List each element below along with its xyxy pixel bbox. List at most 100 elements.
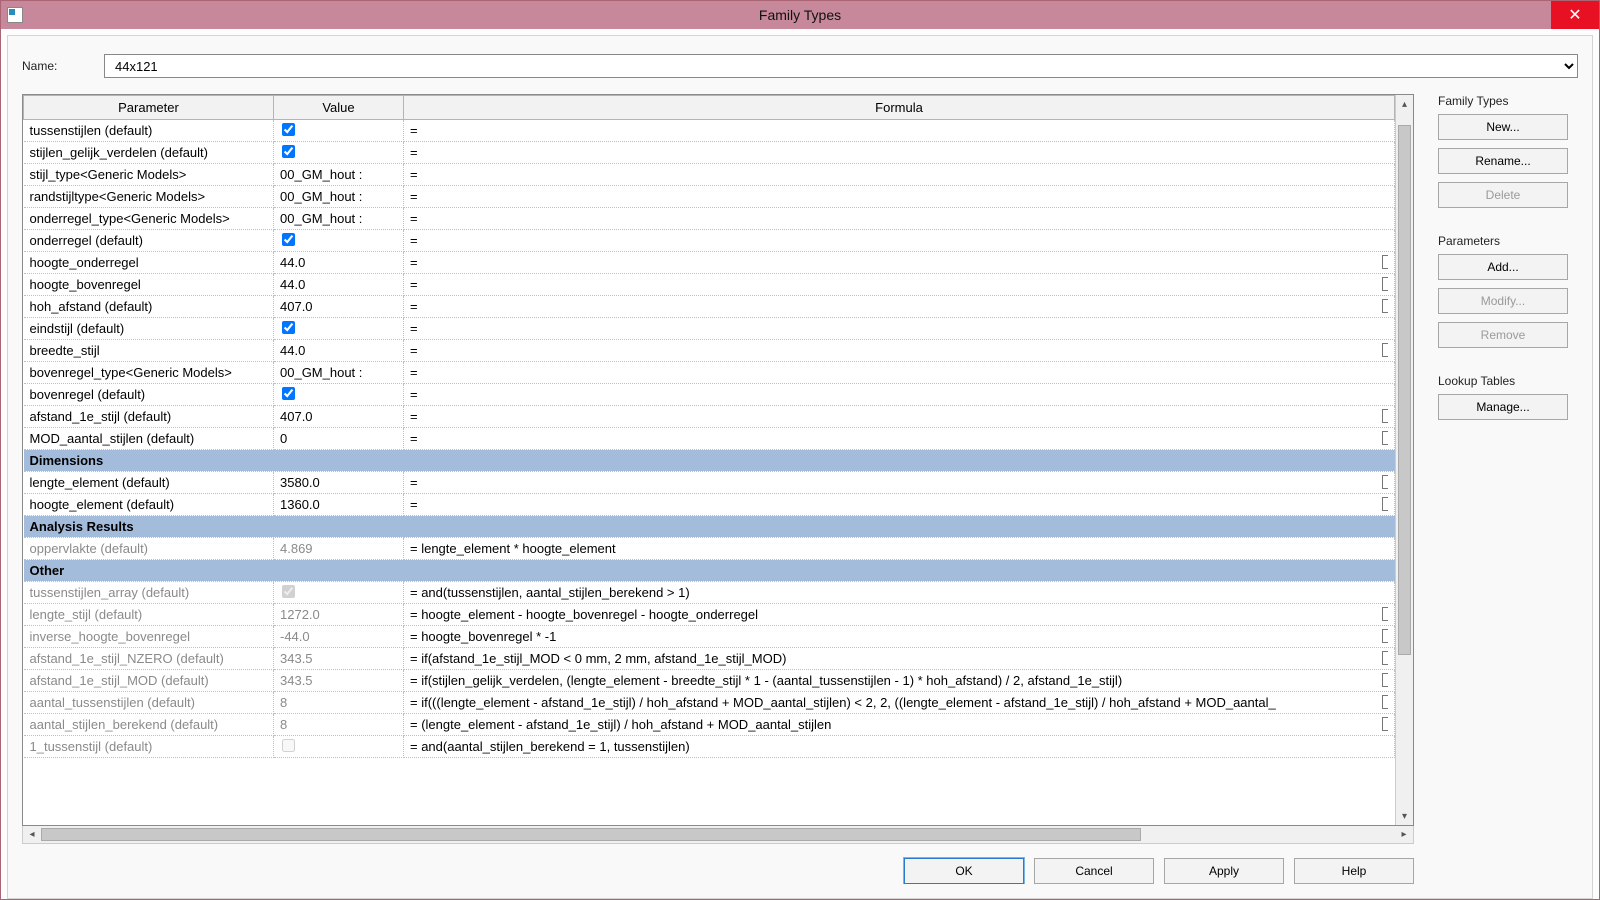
- value-cell[interactable]: 00_GM_hout :: [274, 164, 404, 186]
- value-cell[interactable]: 1360.0: [274, 494, 404, 516]
- param-cell[interactable]: afstand_1e_stijl (default): [24, 406, 274, 428]
- formula-cell[interactable]: = lengte_element * hoogte_element: [404, 538, 1395, 560]
- scroll-right-icon[interactable]: ▸: [1395, 826, 1413, 843]
- table-row[interactable]: bovenregel (default) =: [24, 384, 1395, 406]
- table-row[interactable]: stijlen_gelijk_verdelen (default) =: [24, 142, 1395, 164]
- param-cell[interactable]: lengte_stijl (default): [24, 604, 274, 626]
- formula-cell[interactable]: = hoogte_bovenregel * -1: [404, 626, 1395, 648]
- vertical-scrollbar[interactable]: ▴ ▾: [1395, 95, 1413, 825]
- table-row[interactable]: lengte_stijl (default)1272.0= hoogte_ele…: [24, 604, 1395, 626]
- value-cell[interactable]: [274, 736, 404, 758]
- param-cell[interactable]: aantal_stijlen_berekend (default): [24, 714, 274, 736]
- formula-cell[interactable]: =: [404, 340, 1395, 362]
- table-row[interactable]: afstand_1e_stijl_MOD (default)343.5= if(…: [24, 670, 1395, 692]
- table-row[interactable]: aantal_stijlen_berekend (default)8= (len…: [24, 714, 1395, 736]
- formula-cell[interactable]: =: [404, 406, 1395, 428]
- param-cell[interactable]: randstijltype<Generic Models>: [24, 186, 274, 208]
- formula-cell[interactable]: =: [404, 274, 1395, 296]
- value-cell[interactable]: -44.0: [274, 626, 404, 648]
- param-cell[interactable]: aantal_tussenstijlen (default): [24, 692, 274, 714]
- value-cell[interactable]: [274, 120, 404, 142]
- group-header[interactable]: Other: [24, 560, 1395, 582]
- value-cell[interactable]: [274, 318, 404, 340]
- value-cell[interactable]: 8: [274, 692, 404, 714]
- scroll-left-icon[interactable]: ◂: [23, 826, 41, 843]
- table-row[interactable]: afstand_1e_stijl (default)407.0=: [24, 406, 1395, 428]
- close-button[interactable]: ✕: [1551, 1, 1599, 29]
- value-checkbox[interactable]: [282, 387, 295, 400]
- param-cell[interactable]: hoogte_bovenregel: [24, 274, 274, 296]
- value-cell[interactable]: 00_GM_hout :: [274, 362, 404, 384]
- scroll-down-icon[interactable]: ▾: [1396, 807, 1413, 825]
- value-cell[interactable]: 44.0: [274, 252, 404, 274]
- table-row[interactable]: aantal_tussenstijlen (default)8= if(((le…: [24, 692, 1395, 714]
- table-row[interactable]: oppervlakte (default)4.869= lengte_eleme…: [24, 538, 1395, 560]
- value-checkbox[interactable]: [282, 123, 295, 136]
- formula-cell[interactable]: =: [404, 472, 1395, 494]
- param-cell[interactable]: hoogte_element (default): [24, 494, 274, 516]
- param-cell[interactable]: bovenregel (default): [24, 384, 274, 406]
- value-cell[interactable]: 343.5: [274, 670, 404, 692]
- formula-cell[interactable]: =: [404, 296, 1395, 318]
- modify-param-button[interactable]: Modify...: [1438, 288, 1568, 314]
- formula-cell[interactable]: =: [404, 494, 1395, 516]
- value-cell[interactable]: [274, 230, 404, 252]
- formula-cell[interactable]: = and(aantal_stijlen_berekend = 1, tusse…: [404, 736, 1395, 758]
- value-cell[interactable]: 44.0: [274, 274, 404, 296]
- param-cell[interactable]: oppervlakte (default): [24, 538, 274, 560]
- add-param-button[interactable]: Add...: [1438, 254, 1568, 280]
- formula-cell[interactable]: = (lengte_element - afstand_1e_stijl) / …: [404, 714, 1395, 736]
- param-cell[interactable]: stijl_type<Generic Models>: [24, 164, 274, 186]
- formula-cell[interactable]: =: [404, 318, 1395, 340]
- value-cell[interactable]: 343.5: [274, 648, 404, 670]
- table-scroll[interactable]: Parameter Value Formula tussenstijlen (d…: [23, 95, 1395, 825]
- table-row[interactable]: 1_tussenstijl (default) = and(aantal_stij…: [24, 736, 1395, 758]
- name-select[interactable]: 44x121: [104, 54, 1578, 78]
- col-header-value[interactable]: Value: [274, 96, 404, 120]
- remove-param-button[interactable]: Remove: [1438, 322, 1568, 348]
- table-row[interactable]: tussenstijlen (default) =: [24, 120, 1395, 142]
- value-cell[interactable]: 00_GM_hout :: [274, 208, 404, 230]
- vscroll-thumb[interactable]: [1398, 125, 1411, 655]
- value-checkbox[interactable]: [282, 145, 295, 158]
- table-row[interactable]: MOD_aantal_stijlen (default)0=: [24, 428, 1395, 450]
- value-cell[interactable]: 3580.0: [274, 472, 404, 494]
- param-cell[interactable]: stijlen_gelijk_verdelen (default): [24, 142, 274, 164]
- ok-button[interactable]: OK: [904, 858, 1024, 884]
- apply-button[interactable]: Apply: [1164, 858, 1284, 884]
- col-header-parameter[interactable]: Parameter: [24, 96, 274, 120]
- formula-cell[interactable]: = if(((lengte_element - afstand_1e_stijl…: [404, 692, 1395, 714]
- param-cell[interactable]: onderregel_type<Generic Models>: [24, 208, 274, 230]
- table-row[interactable]: hoogte_bovenregel44.0=: [24, 274, 1395, 296]
- param-cell[interactable]: lengte_element (default): [24, 472, 274, 494]
- param-cell[interactable]: breedte_stijl: [24, 340, 274, 362]
- param-cell[interactable]: bovenregel_type<Generic Models>: [24, 362, 274, 384]
- group-row[interactable]: Dimensions: [24, 450, 1395, 472]
- table-row[interactable]: hoh_afstand (default)407.0=: [24, 296, 1395, 318]
- formula-cell[interactable]: =: [404, 208, 1395, 230]
- table-row[interactable]: inverse_hoogte_bovenregel-44.0= hoogte_b…: [24, 626, 1395, 648]
- formula-cell[interactable]: =: [404, 142, 1395, 164]
- param-cell[interactable]: afstand_1e_stijl_MOD (default): [24, 670, 274, 692]
- param-cell[interactable]: inverse_hoogte_bovenregel: [24, 626, 274, 648]
- table-row[interactable]: lengte_element (default)3580.0=: [24, 472, 1395, 494]
- group-row[interactable]: Analysis Results: [24, 516, 1395, 538]
- table-row[interactable]: eindstijl (default) =: [24, 318, 1395, 340]
- value-cell[interactable]: 1272.0: [274, 604, 404, 626]
- formula-cell[interactable]: =: [404, 230, 1395, 252]
- formula-cell[interactable]: =: [404, 384, 1395, 406]
- table-row[interactable]: onderregel_type<Generic Models>00_GM_hou…: [24, 208, 1395, 230]
- param-cell[interactable]: MOD_aantal_stijlen (default): [24, 428, 274, 450]
- formula-cell[interactable]: = hoogte_element - hoogte_bovenregel - h…: [404, 604, 1395, 626]
- help-button[interactable]: Help: [1294, 858, 1414, 884]
- value-cell[interactable]: 0: [274, 428, 404, 450]
- param-cell[interactable]: tussenstijlen (default): [24, 120, 274, 142]
- formula-cell[interactable]: =: [404, 120, 1395, 142]
- param-cell[interactable]: hoh_afstand (default): [24, 296, 274, 318]
- cancel-button[interactable]: Cancel: [1034, 858, 1154, 884]
- param-cell[interactable]: tussenstijlen_array (default): [24, 582, 274, 604]
- param-cell[interactable]: eindstijl (default): [24, 318, 274, 340]
- formula-cell[interactable]: =: [404, 164, 1395, 186]
- scroll-up-icon[interactable]: ▴: [1396, 95, 1413, 113]
- param-cell[interactable]: 1_tussenstijl (default): [24, 736, 274, 758]
